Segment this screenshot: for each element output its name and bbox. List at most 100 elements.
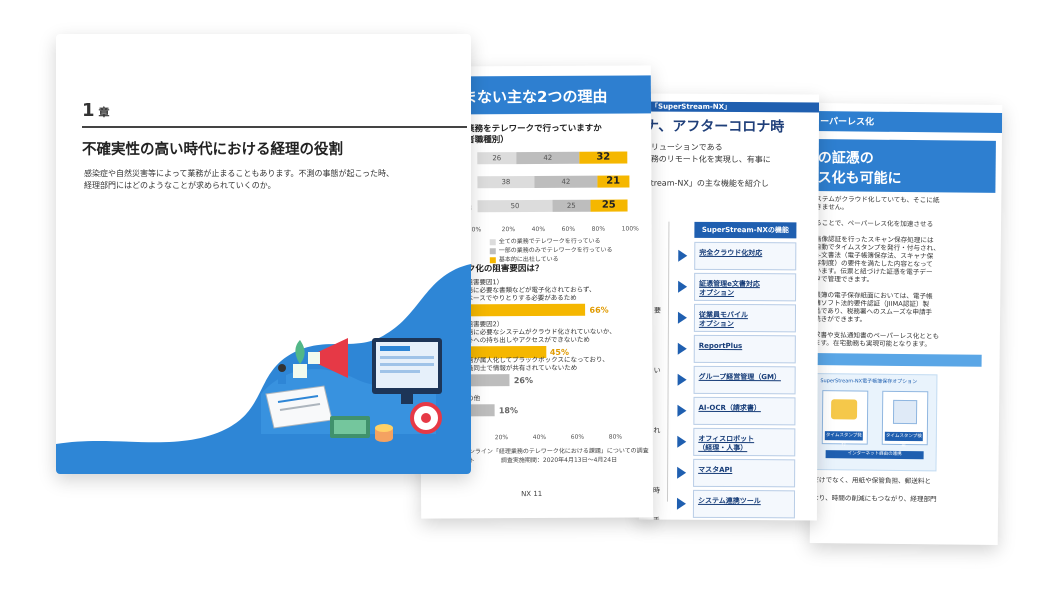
person-icon xyxy=(278,364,286,384)
axis-tick-label: 0% xyxy=(471,226,482,234)
page3-function-item: ReportPlus xyxy=(693,334,796,364)
page4-bottom-line: なり、時間の削減にもつながり、経理部門 xyxy=(812,494,937,504)
page4-diagram: SuperStream-NX電子帳簿保存オプション タイムスタンプ発行 タイムス… xyxy=(814,373,938,472)
factor-label: 社外への持ち出しやアクセスができないため xyxy=(460,335,590,345)
page3-function-label: 従業員モバイル オプション xyxy=(698,310,748,329)
folder-icon xyxy=(830,399,858,420)
page4-diagram-label-2: タイムスタンプ検証 xyxy=(884,431,923,448)
page2-header-title: 進まない主な2つの理由 xyxy=(446,87,608,107)
axis-tick-label: 40% xyxy=(531,225,546,234)
page2-source-period: 調査実施期間：2020年4月13日～4月24日 xyxy=(500,456,618,465)
page4-diagram-right-box: タイムスタンプ検証 xyxy=(881,390,929,448)
axis-tick-label: 60% xyxy=(561,225,576,233)
page3-body-text: リューションである務のリモート化を実現し、有事に tream-NX」の主な機能を紹… xyxy=(641,94,819,189)
page4-bottom-text: だけでなく、用紙や保管負担、郵送料と なり、時間の削減にもつながり、経理部門 xyxy=(812,103,1002,503)
stacked-bar-segment: 42 xyxy=(516,151,580,165)
arrow-right-icon xyxy=(676,497,687,510)
stacked-bar-segment: 26 xyxy=(477,152,517,165)
page3-text-line: リューションである xyxy=(650,142,723,152)
page2-page-number: NX 11 xyxy=(521,489,543,499)
page3-topbar-label: 「SuperStream-NX」 xyxy=(651,102,732,112)
page4-diagram-left-box: タイムスタンプ発行 xyxy=(821,390,869,447)
stacked-bar-segment: 38 xyxy=(477,176,535,189)
legend-entry: 一部の業務のみでテレワークを行っている xyxy=(489,245,613,255)
page4-diagram-title: SuperStream-NX電子帳簿保存オプション xyxy=(820,378,918,386)
page3-text-line: tream-NX」の主な機能を紹介し xyxy=(650,178,769,189)
legend-swatch xyxy=(489,238,496,245)
factor-value: 18% xyxy=(498,406,518,416)
page3-function-label: オフィスロボット （経理・人事） xyxy=(698,434,755,453)
brochure-page-4: ーパーレス化 の証憑の ス化も可能に ステムがクラウド化していても、そこに紙 きま… xyxy=(809,103,1003,545)
money-icon xyxy=(330,416,370,438)
arrow-right-icon xyxy=(678,249,688,262)
page4-diagram-label-3: インターネット経由の連携 xyxy=(825,450,924,460)
arrow-right-icon xyxy=(677,404,687,417)
brochure-page-1: 1章 不確実性の高い時代における経理の役割 感染症や自然災害等によって業務が止ま… xyxy=(56,34,471,474)
page3-left-fragment: 時 xyxy=(653,486,661,495)
page3-function-item: システム連携ツール xyxy=(692,489,796,519)
page3-topbar: 「SuperStream-NX」 xyxy=(641,101,820,113)
page4-text-line: 続きができます。 xyxy=(814,315,867,324)
page4-text-line: きません。 xyxy=(815,203,849,212)
axis-tick-label: 20% xyxy=(501,226,516,234)
page3-left-fragments: 要いれ時手 xyxy=(641,94,819,521)
axis2-tick-label: 40% xyxy=(532,433,547,442)
page1-illustration xyxy=(56,264,471,474)
factor-value: 26% xyxy=(513,376,534,386)
page3-left-fragment: 手 xyxy=(653,516,660,521)
page3-left-fragment: 要 xyxy=(653,306,662,315)
page4-text-line: ることで、ペーパーレス化を加速させる xyxy=(815,219,934,229)
factor-label: 社員同士で情報が共有されていないため xyxy=(460,363,578,373)
page4-header-strip: ーパーレス化 xyxy=(814,111,1003,133)
page3-function-item: グループ経営管理（GM） xyxy=(693,365,796,395)
arrow-right-icon xyxy=(677,342,687,355)
page3-function-item: AI-OCR（請求書） xyxy=(693,396,796,426)
page3-function-item: マスタAPI xyxy=(693,458,796,488)
page3-text-line: 務のリモート化を実現し、有事に xyxy=(650,154,771,165)
page3-function-label: 完全クラウド化対応 xyxy=(699,248,763,258)
page4-heading-box: の証憑の ス化も可能に xyxy=(813,139,996,193)
page4-header: ーパーレス化 xyxy=(820,117,875,128)
arrow-right-icon xyxy=(678,280,688,293)
arrow-right-icon xyxy=(677,311,687,324)
factor-bar xyxy=(460,303,586,317)
axis2-tick-label: 80% xyxy=(608,433,623,441)
stacked-bar-segment: 32 xyxy=(579,151,628,164)
legend-swatch xyxy=(489,247,496,254)
page3-function-label: システム連携ツール xyxy=(697,496,761,506)
page4-text-line: タで管理できます。 xyxy=(814,275,874,284)
page4-bottom-line: だけでなく、用紙や保管負担、郵送料と xyxy=(812,476,932,486)
arrow-right-icon xyxy=(677,373,687,386)
stacked-bar-segment: 25 xyxy=(590,199,628,212)
axis-tick-label: 80% xyxy=(591,225,606,233)
stacked-bar-segment: 21 xyxy=(597,175,629,188)
page3-title: ナ、アフターコロナ時 xyxy=(644,118,785,136)
page4-body-text: ステムがクラウド化していても、そこに紙 きません。 ることで、ペーパーレス化を加速さ… xyxy=(814,103,1002,348)
stacked-bar-segment: 42 xyxy=(534,175,598,189)
axis2-tick-label: 20% xyxy=(494,434,509,442)
page3-function-item: 完全クラウド化対応 xyxy=(694,241,797,271)
stacked-bar-segment: 25 xyxy=(552,199,591,212)
page3-function-list: 完全クラウド化対応証憑管理e文書対応 オプション 従業員モバイル オプション Rep… xyxy=(641,94,819,519)
page3-function-label: AI-OCR（請求書） xyxy=(698,403,761,413)
page3-function-label: マスタAPI xyxy=(698,465,733,475)
arrow-right-icon xyxy=(677,435,687,448)
page3-function-label: グループ経営管理（GM） xyxy=(698,372,781,382)
page4-text-line: ます。在宅勤務も実現可能となります。 xyxy=(813,339,932,349)
page3-function-item: 従業員モバイル オプション xyxy=(693,303,797,333)
page3-left-fragment: い xyxy=(653,366,661,375)
axis2-tick-label: 60% xyxy=(570,433,585,441)
axis-tick-label: 100% xyxy=(621,225,639,233)
brochure-page-3: 「SuperStream-NX」 ナ、アフターコロナ時 リューションである務のリ… xyxy=(638,93,820,521)
page4-diagram-label-1: タイムスタンプ発行 xyxy=(824,431,863,447)
factor-label: 紙ベースでやりとりする必要があるため xyxy=(460,293,577,303)
page3-function-label: 証憑管理e文書対応 オプション xyxy=(699,279,760,298)
page4-section-band xyxy=(811,353,982,367)
page4-heading-line-2: ス化も可能に xyxy=(817,170,902,187)
page3-function-label: ReportPlus xyxy=(698,341,743,351)
stacked-bar-segment: 50 xyxy=(477,199,553,213)
page3-function-header: SuperStream-NXの機能 xyxy=(694,221,797,239)
target-icon xyxy=(410,402,442,434)
arrow-right-icon xyxy=(677,466,687,479)
page3-left-fragment: れ xyxy=(653,426,661,435)
